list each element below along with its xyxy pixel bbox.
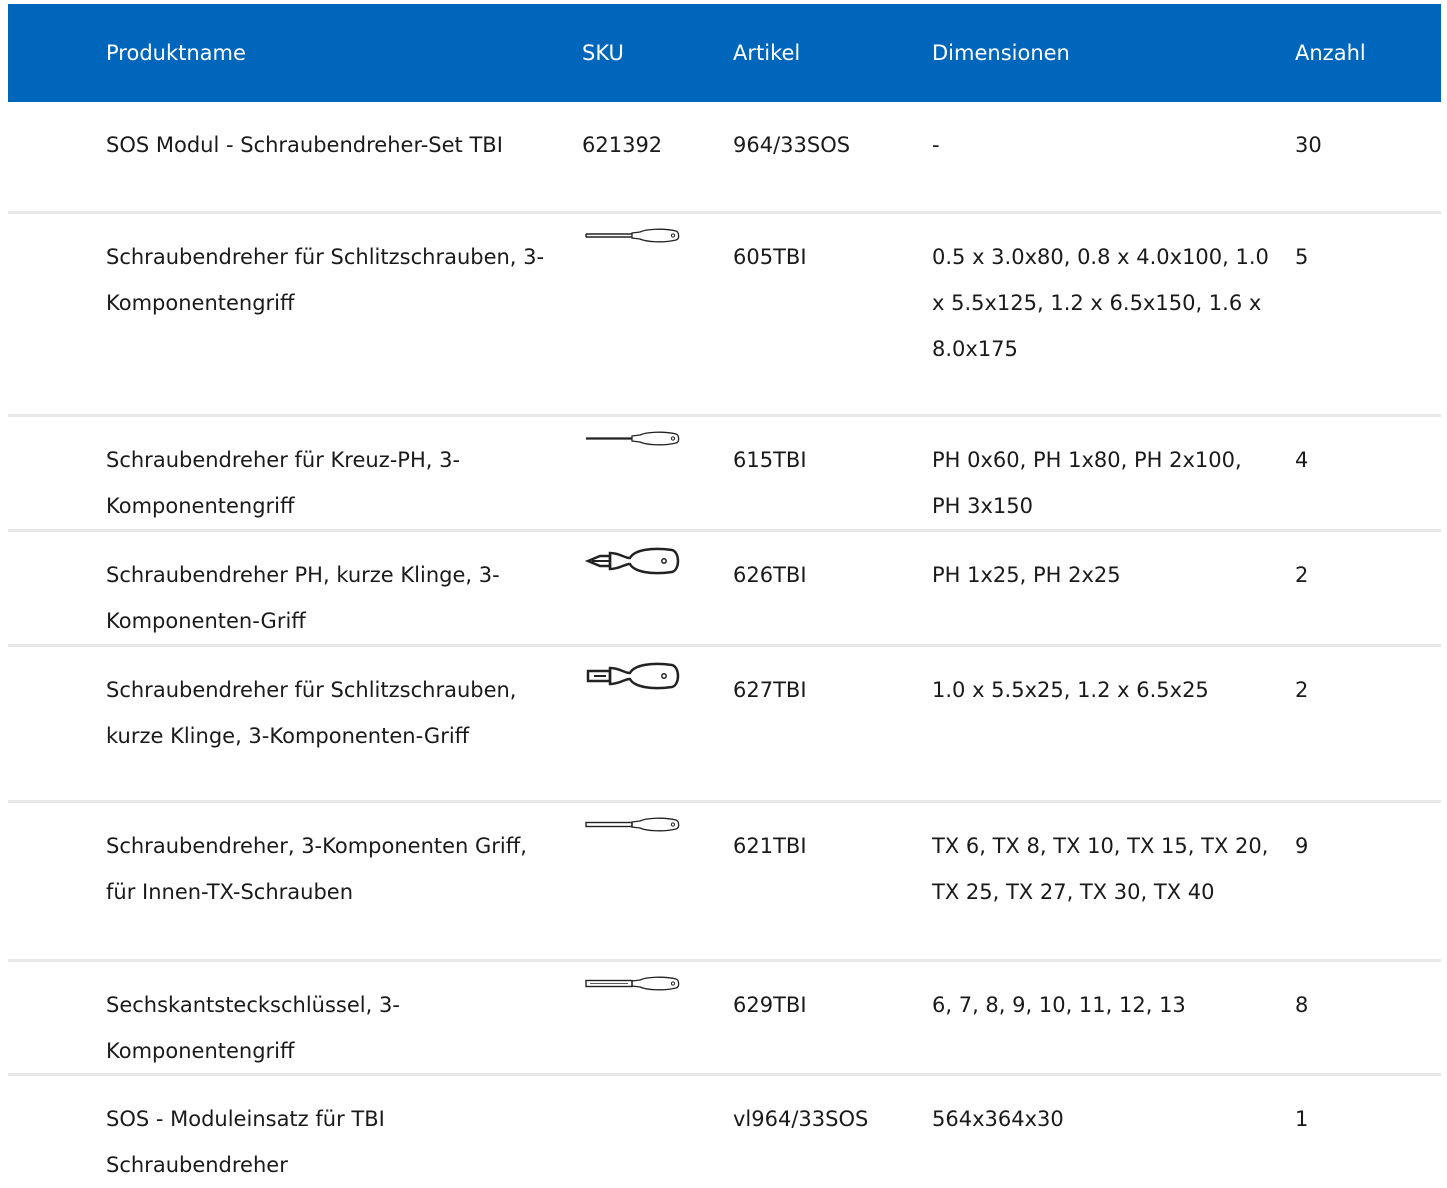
product-article: 627TBI	[733, 678, 807, 702]
hex-nut-driver-icon	[585, 976, 680, 991]
column-header-article: Artikel	[733, 41, 801, 65]
product-quantity: 1	[1295, 1107, 1309, 1131]
table-row: Sechskantsteckschlüssel, 3-Komponentengr…	[8, 962, 1441, 1076]
table-row: Schraubendreher für Schlitzschrauben, ku…	[8, 647, 1441, 803]
product-name: Schraubendreher für Schlitzschrauben, 3-…	[106, 245, 545, 315]
product-dimensions: 0.5 x 3.0x80, 0.8 x 4.0x100, 1.0 x 5.5x1…	[932, 245, 1269, 361]
product-quantity: 30	[1295, 133, 1322, 157]
product-dimensions: 564x364x30	[932, 1107, 1064, 1131]
column-header-name: Produktname	[106, 41, 246, 65]
product-name: Schraubendreher für Schlitzschrauben, ku…	[106, 678, 517, 748]
product-dimensions: PH 0x60, PH 1x80, PH 2x100, PH 3x150	[932, 448, 1242, 518]
product-dimensions: TX 6, TX 8, TX 10, TX 15, TX 20, TX 25, …	[932, 834, 1269, 904]
product-article: 964/33SOS	[733, 133, 851, 157]
table-header: Produktname SKU Artikel Dimensionen Anza…	[8, 4, 1441, 102]
table-row: Schraubendreher für Kreuz-PH, 3-Komponen…	[8, 417, 1441, 532]
column-header-dimensions: Dimensionen	[932, 41, 1070, 65]
table-row: Schraubendreher, 3-Komponenten Griff, fü…	[8, 803, 1441, 962]
stubby-phillips-screwdriver-icon	[584, 547, 680, 575]
phillips-screwdriver-icon	[586, 431, 680, 446]
product-dimensions: PH 1x25, PH 2x25	[932, 563, 1121, 587]
column-header-quantity: Anzahl	[1295, 41, 1366, 65]
torx-screwdriver-icon	[585, 817, 680, 832]
table-row: Schraubendreher PH, kurze Klinge, 3-Komp…	[8, 532, 1441, 647]
product-quantity: 4	[1295, 448, 1309, 472]
slotted-screwdriver-icon	[585, 228, 680, 243]
product-article: 605TBI	[733, 245, 807, 269]
product-sku: 621392	[582, 133, 663, 157]
product-dimensions: -	[932, 133, 940, 157]
product-name: Schraubendreher PH, kurze Klinge, 3-Komp…	[106, 563, 500, 633]
product-quantity: 2	[1295, 563, 1309, 587]
column-header-sku: SKU	[582, 41, 624, 65]
product-article: vl964/33SOS	[733, 1107, 869, 1131]
table-row: Schraubendreher für Schlitzschrauben, 3-…	[8, 214, 1441, 417]
product-quantity: 8	[1295, 993, 1309, 1017]
product-article: 621TBI	[733, 834, 807, 858]
product-quantity: 5	[1295, 245, 1309, 269]
table-row: SOS Modul - Schraubendreher-Set TBI 6213…	[8, 102, 1441, 214]
product-name: Schraubendreher für Kreuz-PH, 3-Komponen…	[106, 448, 461, 518]
product-name: Schraubendreher, 3-Komponenten Griff, fü…	[106, 834, 527, 904]
product-article: 629TBI	[733, 993, 807, 1017]
product-table: Produktname SKU Artikel Dimensionen Anza…	[8, 4, 1441, 1186]
product-quantity: 9	[1295, 834, 1309, 858]
product-name: SOS - Moduleinsatz für TBI Schraubendreh…	[106, 1107, 385, 1177]
product-name: SOS Modul - Schraubendreher-Set TBI	[106, 133, 503, 157]
product-article: 615TBI	[733, 448, 807, 472]
product-article: 626TBI	[733, 563, 807, 587]
product-dimensions: 1.0 x 5.5x25, 1.2 x 6.5x25	[932, 678, 1209, 702]
product-name: Sechskantsteckschlüssel, 3-Komponentengr…	[106, 993, 400, 1063]
table-row: SOS - Moduleinsatz für TBI Schraubendreh…	[8, 1076, 1441, 1186]
stubby-slotted-screwdriver-icon	[586, 662, 680, 690]
product-dimensions: 6, 7, 8, 9, 10, 11, 12, 13	[932, 993, 1186, 1017]
product-quantity: 2	[1295, 678, 1309, 702]
